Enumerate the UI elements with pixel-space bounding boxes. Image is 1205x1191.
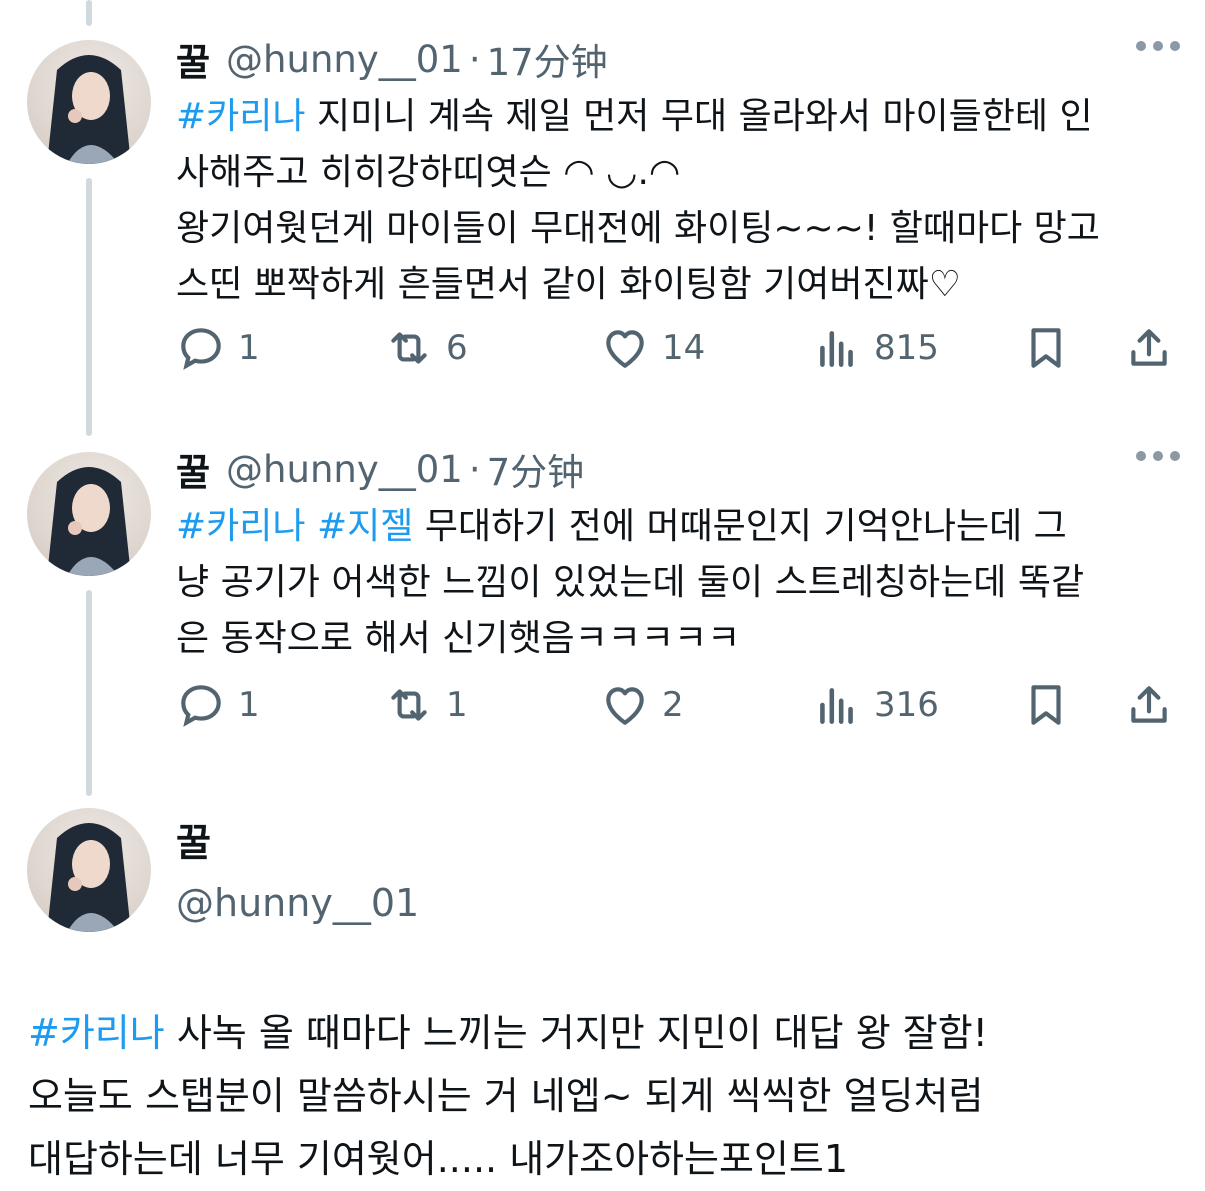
thread-line (86, 178, 92, 436)
reply-button[interactable]: 1 (176, 323, 260, 373)
main-tweet-text: #카리나 사녹 올 때마다 느끼는 거지만 지민이 대답 왕 잘함! 오늘도 스… (28, 1002, 1178, 1191)
bookmark-button[interactable] (1021, 680, 1071, 730)
tweet-text-line: 사해주고 히히강하띠엿슨 ◠ ◡.◠ (176, 152, 681, 193)
reply-button[interactable]: 1 (176, 680, 260, 730)
heart-icon (600, 323, 650, 373)
retweet-icon (384, 323, 434, 373)
user-handle[interactable]: @hunny__01 (176, 880, 419, 926)
hashtag-link[interactable]: #지젤 (317, 506, 413, 547)
retweet-icon (384, 680, 434, 730)
heart-icon (600, 680, 650, 730)
main-tweet-author: 꿀 @hunny__01 (176, 820, 419, 926)
tweet-text-line: 대답하는데 너무 기여웟어..... 내가조아하는포인트1 (28, 1137, 849, 1181)
bookmark-icon (1021, 323, 1071, 373)
views-icon (812, 323, 862, 373)
user-handle[interactable]: @hunny__01 (226, 38, 463, 81)
tweet[interactable]: 꿀 @hunny__01 · 7分钟 #카리나 #지젤 무대하기 전에 머때문인… (176, 447, 1180, 667)
tweet-text-line: 스띤 뽀짝하게 흔들면서 같이 화이팅함 기여버진짜♡ (176, 264, 962, 305)
hashtag-link[interactable]: #카리나 (176, 506, 306, 547)
tweet-text-segment: 무대하기 전에 머때문인지 기억안나는데 그 (413, 506, 1067, 547)
timestamp[interactable]: 17分钟 (487, 32, 608, 86)
views-count: 815 (874, 328, 939, 368)
share-button[interactable] (1124, 680, 1174, 730)
user-handle[interactable]: @hunny__01 (226, 448, 463, 491)
thread-line (86, 590, 92, 796)
share-icon (1124, 680, 1174, 730)
hashtag-link[interactable]: #카리나 (28, 1011, 165, 1055)
separator-dot: · (468, 37, 481, 81)
tweet-text-line: 은 동작으로 해서 신기햇음ㅋㅋㅋㅋㅋ (176, 618, 741, 659)
tweet-text-line: #카리나 지미니 계속 제일 먼저 무대 올라와서 마이들한테 인 (176, 89, 1166, 145)
display-name[interactable]: 꿀 (176, 32, 210, 86)
more-icon[interactable] (1136, 41, 1180, 51)
tweet-actions: 1 6 14 815 (176, 323, 1176, 373)
bookmark-icon (1021, 680, 1071, 730)
like-button[interactable]: 2 (600, 680, 684, 730)
views-count: 316 (874, 685, 939, 725)
display-name[interactable]: 꿀 (176, 820, 419, 866)
more-icon[interactable] (1136, 451, 1180, 461)
tweet[interactable]: 꿀 @hunny__01 · 17分钟 #카리나 지미니 계속 제일 먼저 무대… (176, 37, 1180, 313)
timestamp[interactable]: 7分钟 (487, 442, 585, 496)
separator-dot: · (468, 447, 481, 491)
tweet-text-line: 냥 공기가 어색한 느낌이 있었는데 둘이 스트레칭하는데 똑같 (176, 562, 1085, 603)
tweet-header: 꿀 @hunny__01 · 7分钟 (176, 447, 1180, 494)
avatar[interactable] (27, 40, 151, 164)
like-count: 2 (662, 685, 684, 725)
tweet-text-segment: 사녹 올 때마다 느끼는 거지만 지민이 대답 왕 잘함! (164, 1011, 988, 1055)
like-button[interactable]: 14 (600, 323, 705, 373)
retweet-count: 1 (446, 685, 468, 725)
tweet-actions: 1 1 2 316 (176, 680, 1176, 730)
bookmark-button[interactable] (1021, 323, 1071, 373)
retweet-button[interactable]: 6 (384, 323, 468, 373)
tweet-text: #카리나 지미니 계속 제일 먼저 무대 올라와서 마이들한테 인 사해주고 히… (176, 89, 1166, 313)
thread-line (86, 0, 92, 26)
hashtag-link[interactable]: #카리나 (176, 96, 306, 137)
tweet-text-line: #카리나 사녹 올 때마다 느끼는 거지만 지민이 대답 왕 잘함! (28, 1002, 1178, 1065)
avatar[interactable] (27, 808, 151, 932)
views-button[interactable]: 815 (812, 323, 939, 373)
reply-icon (176, 680, 226, 730)
display-name[interactable]: 꿀 (176, 442, 210, 496)
tweet-text-line: 오늘도 스탭분이 말씀하시는 거 네엡~ 되게 씩씩한 얼딩처럼 (28, 1074, 984, 1118)
reply-icon (176, 323, 226, 373)
reply-count: 1 (238, 685, 260, 725)
retweet-count: 6 (446, 328, 468, 368)
tweet-text-segment: 지미니 계속 제일 먼저 무대 올라와서 마이들한테 인 (305, 96, 1093, 137)
tweet-header: 꿀 @hunny__01 · 17分钟 (176, 37, 1180, 84)
share-button[interactable] (1124, 323, 1174, 373)
avatar[interactable] (27, 452, 151, 576)
like-count: 14 (662, 328, 706, 368)
tweet-text-line: 왕기여웟던게 마이들이 무대전에 화이팅~~~! 할때마다 망고 (176, 208, 1100, 249)
tweet-text: #카리나 #지젤 무대하기 전에 머때문인지 기억안나는데 그 냥 공기가 어색… (176, 499, 1166, 667)
retweet-button[interactable]: 1 (384, 680, 468, 730)
tweet-text-line: #카리나 #지젤 무대하기 전에 머때문인지 기억안나는데 그 (176, 499, 1166, 555)
reply-count: 1 (238, 328, 260, 368)
views-button[interactable]: 316 (812, 680, 939, 730)
views-icon (812, 680, 862, 730)
share-icon (1124, 323, 1174, 373)
